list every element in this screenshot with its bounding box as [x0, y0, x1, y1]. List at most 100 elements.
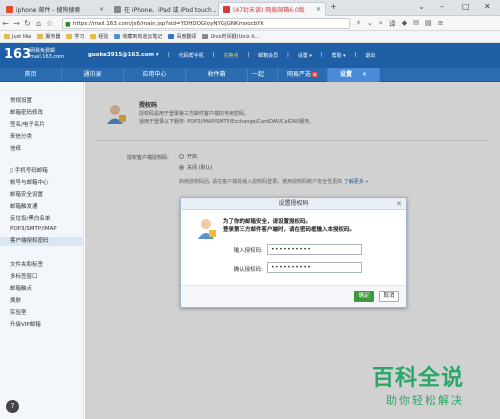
lock-icon: ■ [65, 21, 71, 28]
bookmark-item[interactable]: 经验 [90, 33, 108, 40]
puzzle-icon[interactable]: ▤ [425, 19, 432, 29]
address-bar-row: ← → ↻ ⌂ ☆ ■ https://mail.163.com/js6/mai… [0, 16, 500, 31]
set-auth-code-dialog: 设置授权码 ✕ 为了你的邮箱安全，请设置授权码。 登录第三方邮件客户端时，请在密… [180, 197, 407, 308]
bookmark-label: 学习 [74, 34, 85, 40]
top-menu-item[interactable]: 兑换点 [223, 52, 238, 59]
sidebar-item[interactable]: 文件夹和标签 [10, 260, 43, 268]
sidebar-item[interactable]: 反垃圾/黑白名单 [10, 214, 50, 222]
confirm-button[interactable]: 确定 [354, 291, 374, 302]
chevron-down-icon[interactable]: ⌄ [418, 2, 425, 11]
back-icon[interactable]: ← [0, 19, 11, 28]
browser-tab-bar: iphone 邮件 - 搜狗搜索 ✕ 在 iPhone、iPad 或 iPod … [0, 0, 500, 16]
watermark-subtitle: 助你轻松解决 [386, 394, 464, 407]
forward-icon[interactable]: → [11, 19, 22, 28]
close-icon[interactable]: ✕ [362, 71, 367, 78]
sidebar-item[interactable]: POP3/SMTP/IMAP [10, 226, 57, 232]
sidebar-item[interactable]: ▯ 手机号码邮箱 [10, 166, 48, 174]
folder-icon [37, 34, 44, 39]
menu-icon[interactable]: ≡ [438, 19, 444, 29]
maximize-icon[interactable]: □ [462, 2, 470, 11]
mail-logo[interactable]: 163 [4, 47, 31, 62]
url-input[interactable]: ■ https://mail.163.com/js6/main.jsp?sid=… [62, 18, 350, 29]
tab-together-extra[interactable] [268, 68, 278, 82]
tab-app-center[interactable]: 应用中心 [124, 68, 186, 82]
tab-settings[interactable]: 设置 ✕ [328, 68, 380, 82]
bookmark-label: 收藏到有道云笔记 [122, 34, 163, 40]
close-window-icon[interactable]: ✕ [484, 2, 491, 11]
bookmark-label: 服务器 [45, 34, 61, 40]
dialog-title: 设置授权码 [278, 200, 309, 207]
mail-nav-tabs: 首页 通讯录 应用中心 收件箱 一起 网易严选新 设置 ✕ [0, 68, 500, 82]
sidebar-item[interactable]: 邮箱触点 [10, 284, 32, 292]
folder-icon [4, 34, 10, 39]
bookmark-item[interactable]: Just like [4, 34, 31, 40]
new-tab-icon[interactable]: + [330, 2, 337, 11]
apple-icon [114, 5, 121, 13]
browser-tab-1[interactable]: iphone 邮件 - 搜狗搜索 ✕ [2, 2, 108, 16]
top-menu-item[interactable]: 帮助 ▾ [332, 52, 346, 59]
browser-tab-3[interactable]: (47封未读) 网易邮箱6.0版 ✕ [218, 2, 326, 16]
tab-label: 设置 [339, 71, 352, 78]
confirm-code-input[interactable]: •••••••••• [267, 262, 362, 273]
bookmark-label: Just like [12, 33, 32, 40]
sep: | [168, 52, 170, 58]
new-badge: 新 [312, 72, 318, 77]
note-icon [114, 34, 121, 39]
sogou-icon [6, 5, 13, 13]
sidebar-item[interactable]: 多标签窗口 [10, 272, 38, 280]
lightning-icon[interactable]: ⚡ [356, 19, 361, 29]
sidebar-item[interactable]: 签名/电子名片 [10, 120, 45, 128]
star-icon[interactable]: ☆ [44, 19, 55, 28]
tab-label: 一起 [251, 71, 264, 78]
chevron-down-icon[interactable]: ⌄ [367, 19, 373, 29]
auth-code-input[interactable]: •••••••••• [267, 244, 362, 255]
bookmark-item[interactable]: 学习 [66, 33, 84, 40]
bookmark-item[interactable]: 收藏到有道云笔记 [114, 33, 162, 40]
sidebar-item[interactable]: 升级VIP邮箱 [10, 320, 41, 328]
tab-inbox[interactable]: 收件箱 [186, 68, 248, 82]
cancel-button[interactable]: 取消 [379, 291, 399, 302]
close-icon[interactable]: ✕ [96, 6, 104, 13]
extension-icon[interactable]: ◆ [402, 19, 407, 29]
sidebar-item[interactable]: 常规设置 [10, 96, 32, 104]
settings-sidebar: 常规设置 邮箱密码修改 签名/电子名片 来信分类 信纸 ▯ 手机号码邮箱 帐号与… [0, 82, 84, 419]
tab-together[interactable]: 一起 [248, 68, 268, 82]
sidebar-item[interactable]: 换肤 [10, 296, 21, 304]
home-icon[interactable]: ⌂ [33, 19, 44, 28]
sidebar-item[interactable]: 邮箱触发通 [10, 202, 38, 210]
mail-header: 163 网易免费邮 mail.163.com guoke3915@163.com… [0, 43, 500, 68]
reload-icon[interactable]: ↻ [22, 19, 33, 28]
tab-yanxuan[interactable]: 网易严选新 [278, 68, 328, 82]
top-menu-item[interactable]: 设置 ▾ [298, 52, 312, 59]
tab-contacts[interactable]: 通讯录 [62, 68, 124, 82]
search-icon[interactable]: ⌕ [379, 19, 383, 29]
sidebar-item[interactable]: 信纸 [10, 144, 21, 152]
sidebar-item[interactable]: 邮箱密码修改 [10, 108, 43, 116]
user-key-icon [198, 219, 216, 239]
sidebar-item[interactable]: 邮箱安全设置 [10, 190, 43, 198]
top-menu-item[interactable]: 代码帮手机 [179, 52, 204, 59]
sidebar-item[interactable]: 实验室 [10, 308, 27, 316]
dialog-header: 设置授权码 ✕ [181, 198, 406, 210]
translate-icon[interactable]: 译 [389, 19, 396, 29]
sep: | [287, 52, 289, 58]
top-menu-item[interactable]: 邮箱会员 [258, 52, 278, 59]
help-icon[interactable]: ? [6, 400, 19, 413]
tab-home[interactable]: 首页 [0, 68, 62, 82]
dialog-message-line: 为了你的邮箱安全，请设置授权码。 [223, 219, 312, 225]
sidebar-item-active[interactable]: 客户端授权密码 [0, 237, 84, 246]
top-menu-item[interactable]: 退出 [365, 52, 375, 59]
tab-label: iphone 邮件 - 搜狗搜索 [16, 6, 81, 14]
bookmark-item[interactable]: Unix时间戳(Unix ti... [202, 33, 259, 40]
bookmark-item[interactable]: 百度翻译 [168, 33, 196, 40]
browser-tab-2[interactable]: 在 iPhone、iPad 或 iPod touch 上... ✕ [110, 2, 216, 16]
bookmark-item[interactable]: 服务器 [37, 33, 60, 40]
sidebar-item[interactable]: 来信分类 [10, 132, 32, 140]
close-icon[interactable]: ✕ [396, 198, 402, 210]
close-icon[interactable]: ✕ [313, 6, 321, 13]
account-name[interactable]: guoke3915@163.com ▾ [88, 52, 159, 58]
confirm-code-label: 确认授权码: [233, 267, 263, 273]
minimize-icon[interactable]: – [440, 2, 444, 11]
mail-icon[interactable]: ✉ [413, 19, 419, 29]
sidebar-item[interactable]: 帐号与邮箱中心 [10, 178, 49, 186]
